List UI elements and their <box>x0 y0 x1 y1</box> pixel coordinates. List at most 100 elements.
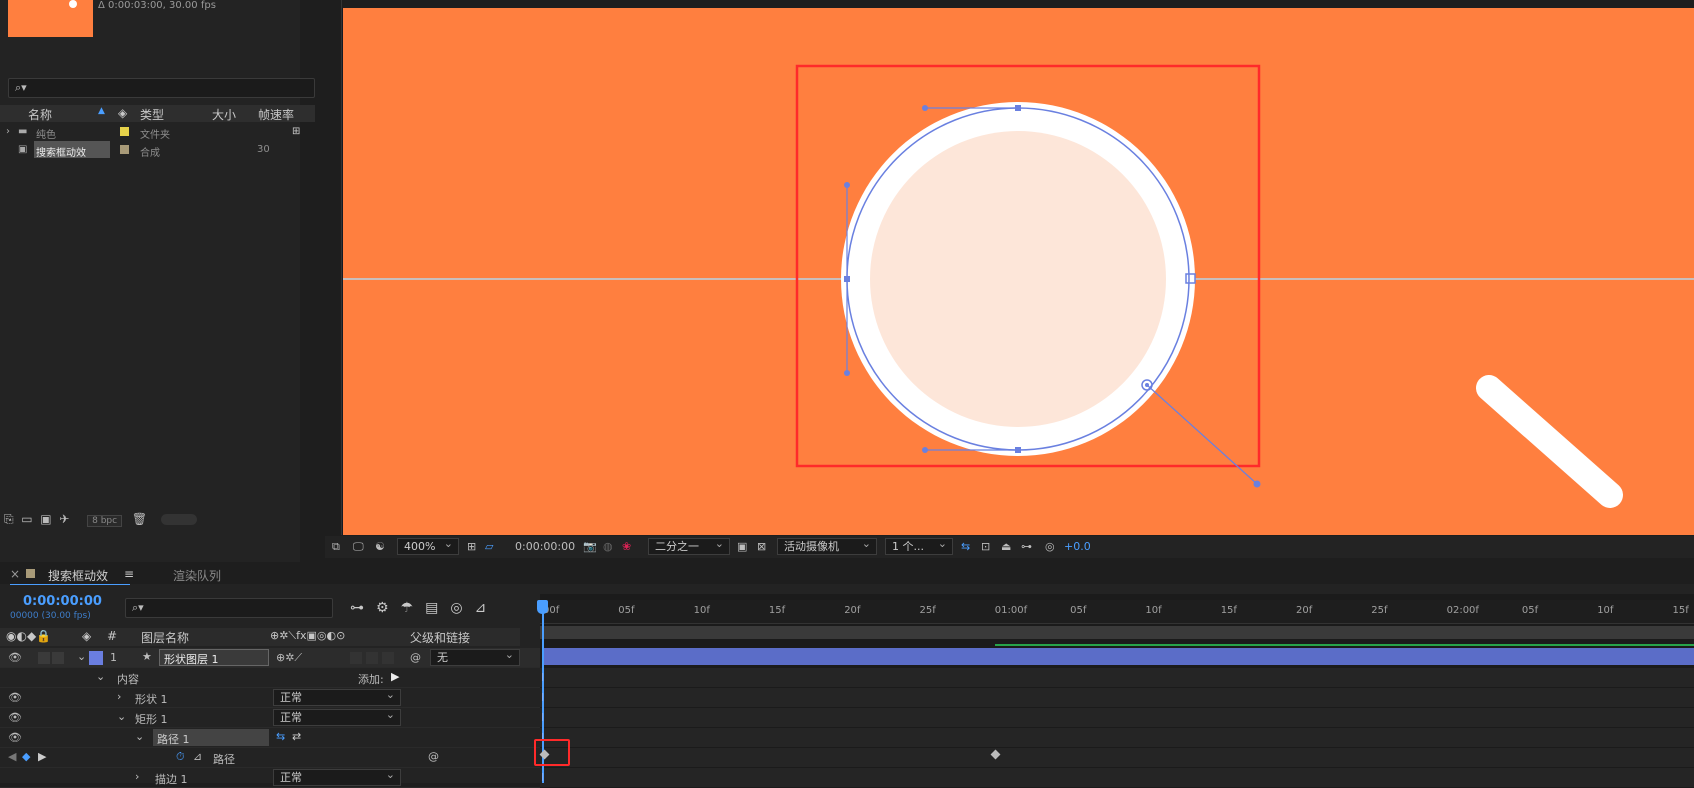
work-area-bar[interactable] <box>540 626 1694 639</box>
col-type[interactable]: 类型 <box>140 106 164 123</box>
col-layer-name[interactable]: 图层名称 <box>141 629 189 646</box>
switch-box[interactable] <box>366 652 378 664</box>
label-color[interactable] <box>120 127 129 136</box>
eye-icon[interactable]: 👁 <box>8 731 22 744</box>
toggle-pixel-icon[interactable]: ⇆ <box>961 540 970 553</box>
flowchart-icon[interactable]: ⊞ <box>292 126 300 137</box>
bpc-button[interactable]: 8 bpc <box>87 515 123 527</box>
channel-icon[interactable]: ❀ <box>622 540 631 553</box>
collapse-arrow-icon[interactable]: ⌄ <box>117 710 126 723</box>
collapse-arrow-icon[interactable]: ⌄ <box>77 650 86 663</box>
viewer-timecode[interactable]: 0:00:00:00 <box>515 540 575 553</box>
path-row[interactable]: ◀ ◆ ▶ ⏱ ⊿ 路径 @ <box>0 748 540 768</box>
graph-editor-icon[interactable]: ⊿ <box>475 600 499 616</box>
close-tab-icon[interactable]: × <box>10 567 20 581</box>
switch-box[interactable] <box>382 652 394 664</box>
shape1-blend-select[interactable]: 正常 <box>273 687 401 706</box>
reverse-direction-icon[interactable]: ⇄ <box>292 730 301 743</box>
col-fps[interactable]: 帧速率 <box>258 106 294 123</box>
draft-3d-icon[interactable]: ⚙ <box>376 600 401 616</box>
col-size[interactable]: 大小 <box>212 106 236 123</box>
rect1-row[interactable]: 👁 ⌄ 矩形 1 正常 <box>0 707 540 728</box>
tab-composition[interactable]: 搜索框动效 <box>48 567 108 584</box>
new-folder-icon[interactable]: ▭ <box>21 512 32 526</box>
switch-icons[interactable]: ⊕✲⟍fx▣◎◐⊙ <box>270 629 345 643</box>
switch-icons[interactable]: ⊕✲⟋ <box>276 651 302 665</box>
expand-arrow-icon[interactable]: › <box>6 126 10 137</box>
timeline-icon[interactable]: ⏏ <box>1001 540 1011 553</box>
expand-arrow-icon[interactable]: › <box>135 770 139 783</box>
project-item-comp[interactable]: ▣ 搜索框动效 合成 30 <box>0 141 315 159</box>
col-parent[interactable]: 父级和链接 <box>410 629 470 646</box>
views-select[interactable]: 1 个... <box>885 536 953 555</box>
adjust-icon[interactable]: ✈ <box>59 512 69 526</box>
frame-blending-icon[interactable]: ▤ <box>425 600 450 616</box>
graph-icon[interactable]: ⊿ <box>193 750 202 763</box>
region-icon[interactable]: ▱ <box>485 540 493 553</box>
always-preview-icon[interactable]: ⧉ <box>332 540 340 554</box>
path1-row[interactable]: 👁 ⌄ 路径 1 ⇆ ⇄ <box>0 728 540 748</box>
path-direction-icon[interactable]: ⇆ <box>276 730 285 743</box>
interpret-footage-icon[interactable]: ⎘ <box>4 512 14 526</box>
parent-select[interactable]: 无 <box>430 647 520 666</box>
mask-visibility-icon[interactable]: ☯ <box>375 540 385 553</box>
next-keyframe-icon[interactable]: ▶ <box>38 750 46 763</box>
layer-duration-bar[interactable] <box>543 648 1694 665</box>
solo-toggle[interactable] <box>38 652 50 664</box>
switch-box[interactable] <box>350 652 362 664</box>
eye-icon[interactable]: 👁 <box>8 651 22 664</box>
motion-blur-icon[interactable]: ◎ <box>450 600 474 616</box>
exposure-value[interactable]: +0.0 <box>1064 540 1091 553</box>
tab-render-queue[interactable]: 渲染队列 <box>173 567 221 584</box>
stroke1-blend-select[interactable]: 正常 <box>273 767 401 786</box>
layer-label-color[interactable] <box>89 651 103 665</box>
playhead-handle[interactable] <box>537 600 548 614</box>
project-item-folder[interactable]: › ▬ 纯色 文件夹 ⊞ <box>0 123 315 141</box>
show-snapshot-icon[interactable]: ◍ <box>603 540 613 553</box>
prev-keyframe-icon[interactable]: ◀ <box>8 750 16 763</box>
flowchart-icon[interactable]: ⊶ <box>1021 540 1032 553</box>
expand-arrow-icon[interactable]: › <box>117 690 121 703</box>
snapshot-icon[interactable]: 📷 <box>583 540 597 553</box>
eye-icon[interactable]: 👁 <box>8 711 22 724</box>
time-ruler[interactable]: 00f 05f 10f 15f 20f 25f 01:00f 05f 10f 15f 20f 25f 0… <box>540 600 1694 624</box>
new-comp-icon[interactable]: ▣ <box>40 512 51 526</box>
add-arrow-icon[interactable]: ▶ <box>391 670 399 683</box>
timeline-timecode[interactable]: 0:00:00:00 <box>23 594 102 609</box>
av-switches-icons[interactable]: ◉◐◆🔒 <box>6 629 51 643</box>
magnifier-shape[interactable] <box>343 8 1694 535</box>
collapse-arrow-icon[interactable]: ⌄ <box>96 670 105 683</box>
shape1-row[interactable]: 👁 › 形状 1 正常 <box>0 687 540 708</box>
rect1-blend-select[interactable]: 正常 <box>273 707 401 726</box>
transparency-grid-icon[interactable]: ⊠ <box>757 540 766 553</box>
stopwatch-icon[interactable]: ⏱ <box>176 750 185 764</box>
eye-icon[interactable]: 👁 <box>8 691 22 704</box>
zoom-select[interactable]: 400% <box>397 536 459 555</box>
safe-margins-icon[interactable]: ⊞ <box>467 540 476 553</box>
timeline-search-input[interactable]: ⌕▾ <box>125 598 333 618</box>
stroke1-row[interactable]: › 描边 1 正常 <box>0 767 540 788</box>
fast-previews-icon[interactable]: ▣ <box>737 540 747 553</box>
exposure-reset-icon[interactable]: ◎ <box>1045 540 1055 553</box>
expression-pickwhip-icon[interactable]: @ <box>428 750 439 763</box>
trash-icon[interactable]: 🗑 <box>132 512 147 526</box>
path1-label[interactable]: 路径 1 <box>153 729 269 746</box>
3d-ground-icon[interactable]: ⊡ <box>981 540 990 553</box>
pickwhip-icon[interactable]: @ <box>410 651 421 664</box>
shy-icon[interactable]: ☂ <box>401 600 426 616</box>
col-name[interactable]: 名称 <box>28 106 52 123</box>
camera-select[interactable]: 活动摄像机 <box>777 536 877 555</box>
layer-row[interactable]: 👁 ⌄ 1 ★ 形状图层 1 ⊕✲⟋ @ 无 <box>0 647 540 668</box>
resolution-select[interactable]: 二分之一 <box>648 536 730 555</box>
label-icon[interactable]: ◈ <box>118 106 127 120</box>
collapse-arrow-icon[interactable]: ⌄ <box>135 730 144 743</box>
project-search-input[interactable]: ⌕▾ <box>8 78 315 98</box>
monitor-icon[interactable]: 🖵 <box>353 540 364 554</box>
label-icon[interactable]: ◈ <box>82 629 91 643</box>
sort-up-icon[interactable]: ▲ <box>98 106 105 116</box>
composition-canvas[interactable] <box>343 8 1694 535</box>
thumbnail-slider[interactable] <box>160 514 197 525</box>
panel-menu-icon[interactable]: ≡ <box>124 567 134 581</box>
composition-mini-flowchart-icon[interactable]: ⊶ <box>350 600 376 616</box>
lock-toggle[interactable] <box>52 652 64 664</box>
